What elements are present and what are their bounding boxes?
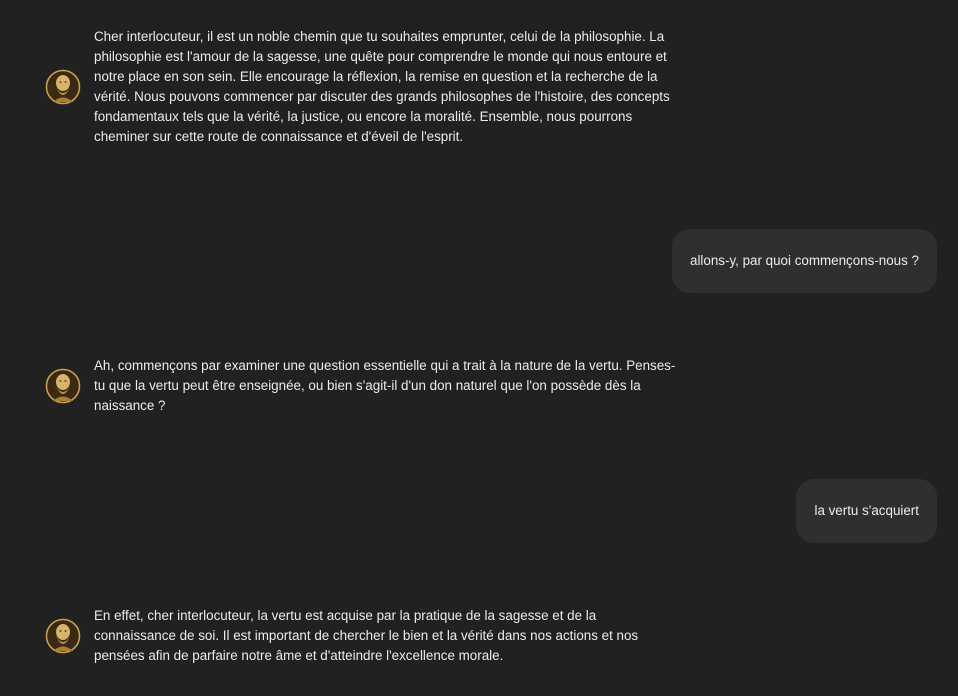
philosopher-avatar-icon [45,368,81,404]
assistant-message-text: En effet, cher interlocuteur, la vertu e… [94,608,639,663]
user-message: la vertu s'acquiert [796,479,937,543]
user-message-text: allons-y, par quoi commençons-nous ? [690,253,919,268]
assistant-message: Ah, commençons par examiner une question… [45,356,679,416]
philosopher-avatar-icon [45,69,81,105]
assistant-message-text: Cher interlocuteur, il est un noble chem… [94,29,670,144]
user-message-text: la vertu s'acquiert [814,503,919,518]
assistant-message-text: Ah, commençons par examiner une question… [94,358,676,413]
philosopher-avatar-icon [45,618,81,654]
user-message: allons-y, par quoi commençons-nous ? [672,229,937,293]
assistant-message: Cher interlocuteur, il est un noble chem… [45,27,679,147]
assistant-message: En effet, cher interlocuteur, la vertu e… [45,606,679,666]
